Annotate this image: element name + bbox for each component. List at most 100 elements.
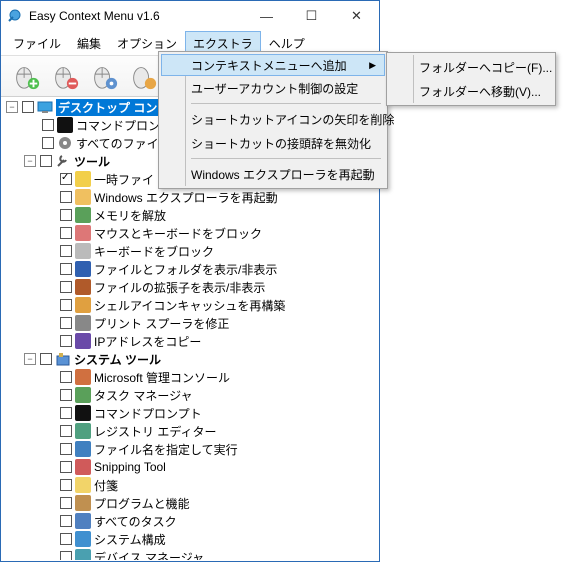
node-label: Microsoft 管理コンソール — [94, 369, 230, 386]
checkbox[interactable] — [60, 299, 72, 311]
checkbox[interactable] — [60, 317, 72, 329]
tree-node[interactable]: レジストリ エディター — [2, 422, 378, 440]
explorer-icon — [75, 189, 91, 205]
alltasks-icon — [75, 513, 91, 529]
tree-node[interactable]: マウスとキーボードをブロック — [2, 224, 378, 242]
checkbox[interactable] — [60, 461, 72, 473]
close-button[interactable]: ✕ — [334, 1, 379, 31]
checkbox[interactable] — [60, 209, 72, 221]
tree-node[interactable]: すべてのタスク — [2, 512, 378, 530]
tree-node[interactable]: プログラムと機能 — [2, 494, 378, 512]
tree-node[interactable]: デバイス マネージャ — [2, 548, 378, 560]
node-label: プリント スプーラを修正 — [94, 315, 229, 332]
submenu-arrow-icon: ▶ — [369, 60, 376, 71]
tree-node[interactable]: コマンドプロンプト — [2, 404, 378, 422]
menu-remove-arrow[interactable]: ショートカットアイコンの矢印を削除 — [161, 107, 385, 131]
tree-node[interactable]: Microsoft 管理コンソール — [2, 368, 378, 386]
visibility-icon — [75, 261, 91, 277]
tree-node[interactable]: メモリを解放 — [2, 206, 378, 224]
checkbox[interactable] — [42, 119, 54, 131]
tree-node[interactable]: タスク マネージャ — [2, 386, 378, 404]
checkbox[interactable] — [60, 497, 72, 509]
checkbox[interactable] — [60, 245, 72, 257]
checkbox[interactable] — [40, 155, 52, 167]
node-label: コマンドプロンプト — [94, 405, 202, 422]
node-label: ツール — [74, 153, 110, 170]
menu-copy-to-folder[interactable]: フォルダーへコピー(F)... — [389, 55, 553, 79]
printer-icon — [75, 315, 91, 331]
menu-edit[interactable]: 編集 — [69, 31, 109, 55]
checkbox[interactable] — [60, 371, 72, 383]
node-label: 付箋 — [94, 477, 118, 494]
checkbox[interactable] — [60, 407, 72, 419]
checkbox[interactable] — [60, 515, 72, 527]
checkbox[interactable] — [60, 191, 72, 203]
menu-label: ショートカットアイコンの矢印を削除 — [191, 111, 394, 128]
tree-node[interactable]: システム構成 — [2, 530, 378, 548]
checkbox[interactable] — [42, 137, 54, 149]
menu-uac-settings[interactable]: ユーザーアカウント制御の設定 — [161, 76, 385, 100]
tree-node[interactable]: プリント スプーラを修正 — [2, 314, 378, 332]
checkbox[interactable] — [60, 263, 72, 275]
node-label: マウスとキーボードをブロック — [94, 225, 262, 242]
window-title: Easy Context Menu v1.6 — [29, 9, 244, 23]
collapse-icon[interactable]: − — [24, 353, 36, 365]
checkbox[interactable] — [60, 173, 72, 185]
checkbox[interactable] — [60, 281, 72, 293]
tool-mouse-remove[interactable] — [46, 58, 83, 95]
app-icon — [7, 8, 23, 24]
node-label: シェルアイコンキャッシュを再構築 — [94, 297, 285, 314]
node-label: IPアドレスをコピー — [94, 333, 201, 350]
tool-mouse-4[interactable] — [124, 58, 161, 95]
tree-node[interactable]: ファイルとフォルダを表示/非表示 — [2, 260, 378, 278]
tree-node[interactable]: ファイル名を指定して実行 — [2, 440, 378, 458]
checkbox[interactable] — [22, 101, 34, 113]
checkbox[interactable] — [60, 551, 72, 560]
collapse-icon[interactable]: − — [6, 101, 18, 113]
tree-node[interactable]: 付箋 — [2, 476, 378, 494]
task-icon — [75, 387, 91, 403]
tools-icon — [55, 153, 71, 169]
checkbox[interactable] — [60, 389, 72, 401]
tree-node[interactable]: Windows エクスプローラを再起動 — [2, 188, 378, 206]
checkbox[interactable] — [60, 443, 72, 455]
menu-label: フォルダーへ移動(V)... — [419, 83, 541, 100]
tree-node-system-tools[interactable]: − システム ツール — [2, 350, 378, 368]
menu-add-to-context[interactable]: コンテキストメニューへ追加 ▶ — [161, 54, 385, 76]
checkbox[interactable] — [60, 335, 72, 347]
gear-icon — [57, 135, 73, 151]
node-label: デバイス マネージャ — [94, 549, 204, 561]
menu-restart-explorer[interactable]: Windows エクスプローラを再起動 — [161, 162, 385, 186]
checkbox[interactable] — [40, 353, 52, 365]
checkbox[interactable] — [60, 227, 72, 239]
tree-node[interactable]: シェルアイコンキャッシュを再構築 — [2, 296, 378, 314]
tree-node[interactable]: Snipping Tool — [2, 458, 378, 476]
run-icon — [75, 441, 91, 457]
menu-disable-prefix[interactable]: ショートカットの接頭辞を無効化 — [161, 131, 385, 155]
checkbox[interactable] — [60, 425, 72, 437]
extension-icon — [75, 279, 91, 295]
menu-file[interactable]: ファイル — [5, 31, 69, 55]
tool-mouse-add[interactable] — [7, 58, 44, 95]
node-label: ファイルの拡張子を表示/非表示 — [94, 279, 265, 296]
titlebar: Easy Context Menu v1.6 — ☐ ✕ — [1, 1, 379, 31]
cmd-icon — [75, 405, 91, 421]
tree-node[interactable]: ファイルの拡張子を表示/非表示 — [2, 278, 378, 296]
collapse-icon[interactable]: − — [24, 155, 36, 167]
maximize-button[interactable]: ☐ — [289, 1, 334, 31]
keyboard-icon — [75, 243, 91, 259]
menu-label: Windows エクスプローラを再起動 — [191, 166, 375, 183]
menu-move-to-folder[interactable]: フォルダーへ移動(V)... — [389, 79, 553, 103]
menu-label: コンテキストメニューへ追加 — [191, 57, 347, 74]
tool-mouse-gear[interactable] — [85, 58, 122, 95]
node-label: コマンドプロン — [76, 117, 160, 134]
checkbox[interactable] — [60, 533, 72, 545]
tree-node[interactable]: IPアドレスをコピー — [2, 332, 378, 350]
tree-node[interactable]: キーボードをブロック — [2, 242, 378, 260]
node-label: レジストリ エディター — [94, 423, 217, 440]
window-buttons: — ☐ ✕ — [244, 1, 379, 31]
minimize-button[interactable]: — — [244, 1, 289, 31]
checkbox[interactable] — [60, 479, 72, 491]
node-label: タスク マネージャ — [94, 387, 193, 404]
trash-icon — [75, 171, 91, 187]
